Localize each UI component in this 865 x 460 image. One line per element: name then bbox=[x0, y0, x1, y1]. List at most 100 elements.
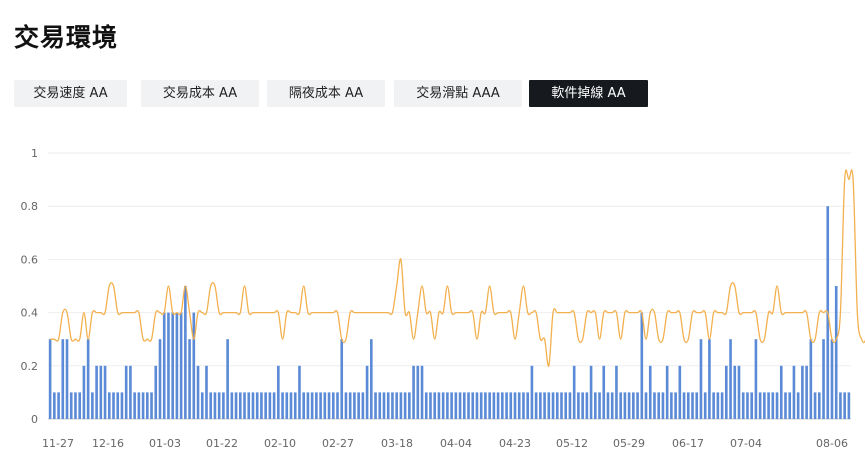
bar bbox=[285, 392, 289, 419]
bar bbox=[691, 392, 694, 419]
bar bbox=[648, 365, 652, 419]
bar bbox=[763, 392, 766, 419]
bar bbox=[146, 392, 149, 419]
bar bbox=[302, 392, 305, 419]
bar bbox=[479, 392, 483, 419]
bar bbox=[454, 392, 458, 419]
bar bbox=[801, 365, 804, 419]
bar bbox=[564, 392, 568, 419]
tab-overnight-cost[interactable]: 隔夜成本 AA bbox=[267, 80, 385, 107]
bar bbox=[306, 392, 310, 419]
bar bbox=[716, 392, 720, 419]
bar bbox=[184, 286, 187, 419]
bar bbox=[526, 392, 529, 419]
bar bbox=[792, 365, 796, 419]
bar bbox=[813, 392, 817, 419]
bar bbox=[543, 392, 546, 419]
bar bbox=[471, 392, 475, 419]
bar bbox=[361, 392, 365, 419]
disconnect-chart: 0 0.2 0.4 0.6 0.8 1 11-27 12-16 01-03 01-22 02-10… bbox=[21, 147, 865, 450]
bar bbox=[424, 392, 428, 419]
bar bbox=[205, 365, 208, 419]
bar bbox=[517, 392, 521, 419]
tab-trading-speed[interactable]: 交易速度 AA bbox=[14, 80, 127, 107]
bar bbox=[319, 392, 322, 419]
bar bbox=[653, 392, 656, 419]
bar bbox=[513, 392, 517, 419]
bar bbox=[86, 339, 90, 419]
tab-slippage[interactable]: 交易滑點 AAA bbox=[394, 80, 522, 107]
bar bbox=[158, 339, 162, 419]
bar bbox=[505, 392, 508, 419]
bar bbox=[678, 365, 682, 419]
bar bbox=[555, 392, 559, 419]
bar bbox=[640, 312, 644, 419]
bar bbox=[475, 392, 479, 419]
bar bbox=[450, 392, 453, 419]
bar bbox=[222, 392, 225, 419]
y-axis-labels: 0 0.2 0.4 0.6 0.8 1 bbox=[21, 147, 39, 426]
bar bbox=[48, 339, 52, 419]
x-tick-label: 08-06 bbox=[816, 437, 848, 450]
bar bbox=[433, 392, 437, 419]
bar bbox=[462, 392, 466, 419]
bar bbox=[750, 392, 753, 419]
bar bbox=[598, 392, 601, 419]
bar bbox=[771, 392, 775, 419]
bar bbox=[834, 286, 838, 419]
bar bbox=[340, 339, 344, 419]
bar bbox=[467, 392, 470, 419]
bar bbox=[53, 392, 56, 419]
bar bbox=[374, 392, 377, 419]
bar bbox=[116, 392, 120, 419]
bar bbox=[839, 392, 842, 419]
bar bbox=[746, 392, 749, 419]
x-tick-label: 06-17 bbox=[672, 437, 704, 450]
bar bbox=[217, 392, 221, 419]
x-tick-label: 07-04 bbox=[730, 437, 762, 450]
bar bbox=[547, 392, 551, 419]
bar bbox=[657, 392, 661, 419]
bar bbox=[103, 365, 107, 419]
bar bbox=[741, 392, 745, 419]
bar bbox=[572, 365, 576, 419]
bar bbox=[779, 365, 783, 419]
bar bbox=[365, 365, 369, 419]
bar bbox=[95, 365, 98, 419]
bar bbox=[581, 392, 584, 419]
bar bbox=[661, 392, 665, 419]
bar bbox=[230, 392, 234, 419]
x-tick-label: 12-16 bbox=[92, 437, 124, 450]
bar bbox=[336, 392, 339, 419]
tab-trading-cost[interactable]: 交易成本 AA bbox=[141, 80, 259, 107]
bar bbox=[686, 392, 690, 419]
bar bbox=[344, 392, 348, 419]
bar bbox=[577, 392, 580, 419]
bar bbox=[124, 365, 128, 419]
bar bbox=[260, 392, 263, 419]
bar bbox=[437, 392, 441, 419]
x-tick-label: 02-27 bbox=[322, 437, 354, 450]
tab-disconnect[interactable]: 軟件掉線 AA bbox=[529, 80, 648, 107]
bar bbox=[822, 339, 825, 419]
bar bbox=[729, 339, 732, 419]
bar bbox=[796, 392, 800, 419]
bar bbox=[99, 365, 103, 419]
x-tick-label: 02-10 bbox=[264, 437, 296, 450]
bar bbox=[737, 365, 741, 419]
bar bbox=[530, 365, 534, 419]
bar bbox=[277, 365, 280, 419]
x-tick-label: 01-03 bbox=[149, 437, 181, 450]
bar bbox=[496, 392, 500, 419]
bar bbox=[695, 392, 699, 419]
bar bbox=[226, 339, 229, 419]
bar bbox=[357, 392, 360, 419]
bar bbox=[289, 392, 293, 419]
bar bbox=[264, 392, 267, 419]
bar bbox=[670, 392, 673, 419]
y-tick-label: 0 bbox=[31, 413, 38, 426]
bar bbox=[589, 365, 593, 419]
bar bbox=[175, 312, 179, 419]
bar bbox=[133, 392, 136, 419]
bar bbox=[817, 392, 821, 419]
